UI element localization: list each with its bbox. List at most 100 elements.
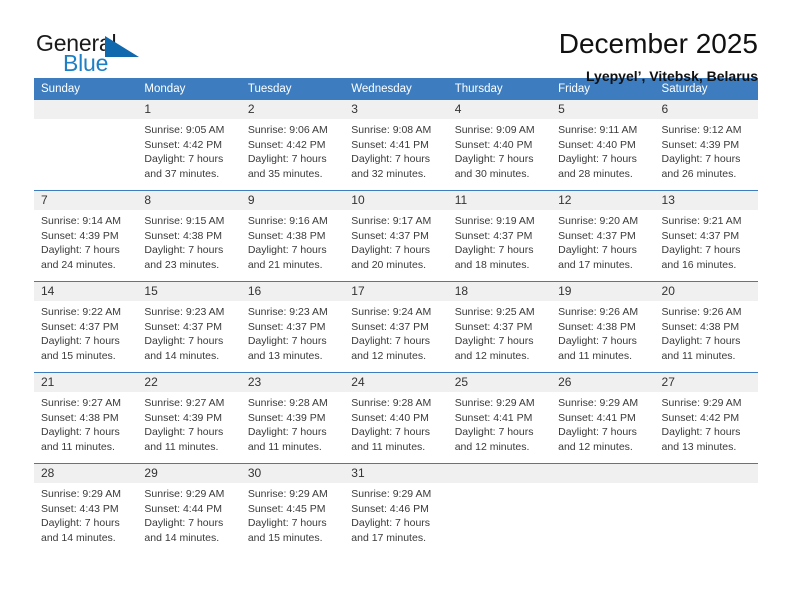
day-cell[interactable]: 6 Sunrise: 9:12 AM Sunset: 4:39 PM Daylight…: [654, 100, 758, 190]
daylight-text-line2: and 14 minutes.: [41, 531, 116, 544]
day-details: Sunrise: 9:26 AM Sunset: 4:38 PM Daylight:…: [655, 301, 758, 363]
daylight-text-line2: and 17 minutes.: [351, 531, 426, 544]
day-cell[interactable]: 14 Sunrise: 9:22 AM Sunset: 4:37 PM Dayligh…: [34, 282, 138, 372]
day-cell[interactable]: 5 Sunrise: 9:11 AM Sunset: 4:40 PM Daylight…: [551, 100, 655, 190]
day-cell[interactable]: 23 Sunrise: 9:28 AM Sunset: 4:39 PM Dayligh…: [240, 373, 345, 463]
sunset-text: Sunset: 4:37 PM: [247, 320, 326, 333]
day-cell[interactable]: 31 Sunrise: 9:29 AM Sunset: 4:46 PM Dayligh…: [344, 464, 448, 554]
day-details: Sunrise: 9:11 AM Sunset: 4:40 PM Daylight:…: [551, 119, 654, 181]
day-cell[interactable]: 22 Sunrise: 9:27 AM Sunset: 4:39 PM Dayligh…: [137, 373, 241, 463]
day-cell[interactable]: 30 Sunrise: 9:29 AM Sunset: 4:45 PM Dayligh…: [240, 464, 345, 554]
sunset-text: Sunset: 4:39 PM: [247, 411, 326, 424]
calendar-cell: 26 Sunrise: 9:29 AM Sunset: 4:41 PM Dayligh…: [551, 372, 655, 464]
day-number: 7: [34, 191, 138, 210]
day-cell[interactable]: 29 Sunrise: 9:29 AM Sunset: 4:44 PM Dayligh…: [137, 464, 241, 554]
page-title: December 2025: [558, 28, 758, 59]
day-details: Sunrise: 9:21 AM Sunset: 4:37 PM Daylight:…: [655, 210, 758, 272]
calendar-cell: [654, 463, 758, 554]
calendar-cell: 24 Sunrise: 9:28 AM Sunset: 4:40 PM Dayligh…: [344, 372, 448, 464]
daylight-text-line1: Daylight: 7 hours: [351, 335, 431, 347]
day-number: 5: [551, 100, 655, 119]
day-cell[interactable]: 2 Sunrise: 9:06 AM Sunset: 4:42 PM Daylight…: [240, 100, 345, 190]
day-cell[interactable]: 24 Sunrise: 9:28 AM Sunset: 4:40 PM Dayligh…: [344, 373, 448, 463]
calendar-cell: 16 Sunrise: 9:23 AM Sunset: 4:37 PM Dayligh…: [240, 281, 345, 373]
daylight-text-line2: and 11 minutes.: [41, 440, 115, 453]
sunrise-text: Sunrise: 9:24 AM: [351, 306, 432, 318]
day-number: [654, 464, 758, 483]
day-number: 17: [344, 282, 448, 301]
calendar-cell: 27 Sunrise: 9:29 AM Sunset: 4:42 PM Dayligh…: [654, 372, 758, 464]
day-details: Sunrise: 9:20 AM Sunset: 4:37 PM Daylight:…: [551, 210, 654, 272]
daylight-text-line1: Daylight: 7 hours: [144, 335, 224, 347]
daylight-text-line1: Daylight: 7 hours: [247, 244, 327, 256]
day-details: Sunrise: 9:27 AM Sunset: 4:38 PM Daylight:…: [34, 392, 137, 454]
day-details: Sunrise: 9:16 AM Sunset: 4:38 PM Daylight:…: [241, 210, 344, 272]
weekday-header-tuesday: Tuesday: [240, 78, 345, 100]
daylight-text-line1: Daylight: 7 hours: [661, 153, 741, 165]
calendar-week-row: 1 Sunrise: 9:05 AM Sunset: 4:42 PM Daylight…: [34, 100, 758, 191]
day-number: 14: [34, 282, 138, 301]
day-details: Sunrise: 9:19 AM Sunset: 4:37 PM Daylight:…: [448, 210, 551, 272]
daylight-text-line2: and 37 minutes.: [144, 167, 220, 180]
day-cell[interactable]: 18 Sunrise: 9:25 AM Sunset: 4:37 PM Dayligh…: [447, 282, 552, 372]
sunrise-text: Sunrise: 9:14 AM: [41, 215, 121, 227]
day-cell[interactable]: 12 Sunrise: 9:20 AM Sunset: 4:37 PM Dayligh…: [551, 191, 655, 281]
calendar-week-row: 7 Sunrise: 9:14 AM Sunset: 4:39 PM Daylight…: [34, 190, 758, 282]
day-number: 20: [654, 282, 758, 301]
day-details: Sunrise: 9:29 AM Sunset: 4:41 PM Daylight:…: [448, 392, 551, 454]
daylight-text-line1: Daylight: 7 hours: [454, 426, 534, 438]
calendar-cell: 23 Sunrise: 9:28 AM Sunset: 4:39 PM Dayligh…: [240, 372, 345, 464]
day-cell[interactable]: 9 Sunrise: 9:16 AM Sunset: 4:38 PM Daylight…: [240, 191, 345, 281]
day-cell[interactable]: 19 Sunrise: 9:26 AM Sunset: 4:38 PM Dayligh…: [551, 282, 655, 372]
day-cell[interactable]: 28 Sunrise: 9:29 AM Sunset: 4:43 PM Dayligh…: [34, 464, 138, 554]
day-cell[interactable]: 21 Sunrise: 9:27 AM Sunset: 4:38 PM Dayligh…: [34, 373, 138, 463]
calendar-cell: 4 Sunrise: 9:09 AM Sunset: 4:40 PM Daylight…: [447, 100, 552, 191]
daylight-text-line2: and 12 minutes.: [454, 440, 530, 453]
day-cell[interactable]: 27 Sunrise: 9:29 AM Sunset: 4:42 PM Dayligh…: [654, 373, 758, 463]
title-block: December 2025 Lyepyel’, Vitebsk, Belarus: [559, 28, 758, 86]
calendar-cell: 11 Sunrise: 9:19 AM Sunset: 4:37 PM Dayligh…: [447, 190, 552, 282]
day-number: 19: [551, 282, 655, 301]
calendar-cell: 8 Sunrise: 9:15 AM Sunset: 4:38 PM Daylight…: [137, 190, 241, 282]
day-number: 27: [654, 373, 758, 392]
daylight-text-line1: Daylight: 7 hours: [661, 335, 741, 347]
weekday-header-sunday: Sunday: [34, 78, 138, 100]
day-cell[interactable]: 1 Sunrise: 9:05 AM Sunset: 4:42 PM Daylight…: [137, 100, 241, 190]
sunset-text: Sunset: 4:41 PM: [454, 411, 533, 424]
page-header: General Blue December 2025 Lyepyel’, Vit…: [34, 0, 758, 84]
daylight-text-line1: Daylight: 7 hours: [41, 517, 120, 529]
day-details: Sunrise: 9:12 AM Sunset: 4:39 PM Daylight:…: [655, 119, 758, 181]
day-cell[interactable]: 3 Sunrise: 9:08 AM Sunset: 4:41 PM Daylight…: [344, 100, 448, 190]
day-cell[interactable]: 15 Sunrise: 9:23 AM Sunset: 4:37 PM Dayligh…: [137, 282, 241, 372]
brand-logo[interactable]: General Blue: [34, 28, 164, 80]
sunrise-text: Sunrise: 9:19 AM: [454, 215, 535, 227]
day-cell[interactable]: 4 Sunrise: 9:09 AM Sunset: 4:40 PM Daylight…: [447, 100, 552, 190]
day-cell[interactable]: 20 Sunrise: 9:26 AM Sunset: 4:38 PM Dayligh…: [654, 282, 758, 372]
daylight-text-line2: and 23 minutes.: [144, 258, 220, 271]
day-cell[interactable]: 25 Sunrise: 9:29 AM Sunset: 4:41 PM Dayligh…: [447, 373, 552, 463]
day-details: Sunrise: 9:26 AM Sunset: 4:38 PM Daylight:…: [551, 301, 654, 363]
sunset-text: Sunset: 4:42 PM: [144, 138, 223, 151]
day-cell[interactable]: 7 Sunrise: 9:14 AM Sunset: 4:39 PM Daylight…: [34, 191, 138, 281]
day-number: 18: [447, 282, 552, 301]
day-cell[interactable]: 8 Sunrise: 9:15 AM Sunset: 4:38 PM Daylight…: [137, 191, 241, 281]
sunrise-text: Sunrise: 9:06 AM: [247, 124, 328, 136]
day-number: 11: [447, 191, 552, 210]
day-cell[interactable]: 10 Sunrise: 9:17 AM Sunset: 4:37 PM Dayligh…: [344, 191, 448, 281]
daylight-text-line2: and 17 minutes.: [558, 258, 633, 271]
day-cell[interactable]: 17 Sunrise: 9:24 AM Sunset: 4:37 PM Dayligh…: [344, 282, 448, 372]
calendar-page: General Blue December 2025 Lyepyel’, Vit…: [0, 0, 792, 612]
day-cell[interactable]: 11 Sunrise: 9:19 AM Sunset: 4:37 PM Dayligh…: [447, 191, 552, 281]
sunset-text: Sunset: 4:37 PM: [41, 320, 119, 333]
daylight-text-line1: Daylight: 7 hours: [247, 517, 327, 529]
day-cell[interactable]: 26 Sunrise: 9:29 AM Sunset: 4:41 PM Dayligh…: [551, 373, 655, 463]
sunrise-text: Sunrise: 9:25 AM: [454, 306, 535, 318]
sunrise-text: Sunrise: 9:29 AM: [454, 397, 535, 409]
sunrise-text: Sunrise: 9:15 AM: [144, 215, 225, 227]
sunrise-text: Sunrise: 9:22 AM: [41, 306, 121, 318]
day-cell[interactable]: 16 Sunrise: 9:23 AM Sunset: 4:37 PM Dayligh…: [240, 282, 345, 372]
day-cell[interactable]: 13 Sunrise: 9:21 AM Sunset: 4:37 PM Dayligh…: [654, 191, 758, 281]
sunrise-text: Sunrise: 9:29 AM: [351, 488, 432, 500]
calendar-cell: 17 Sunrise: 9:24 AM Sunset: 4:37 PM Dayligh…: [344, 281, 448, 373]
daylight-text-line2: and 28 minutes.: [558, 167, 633, 180]
